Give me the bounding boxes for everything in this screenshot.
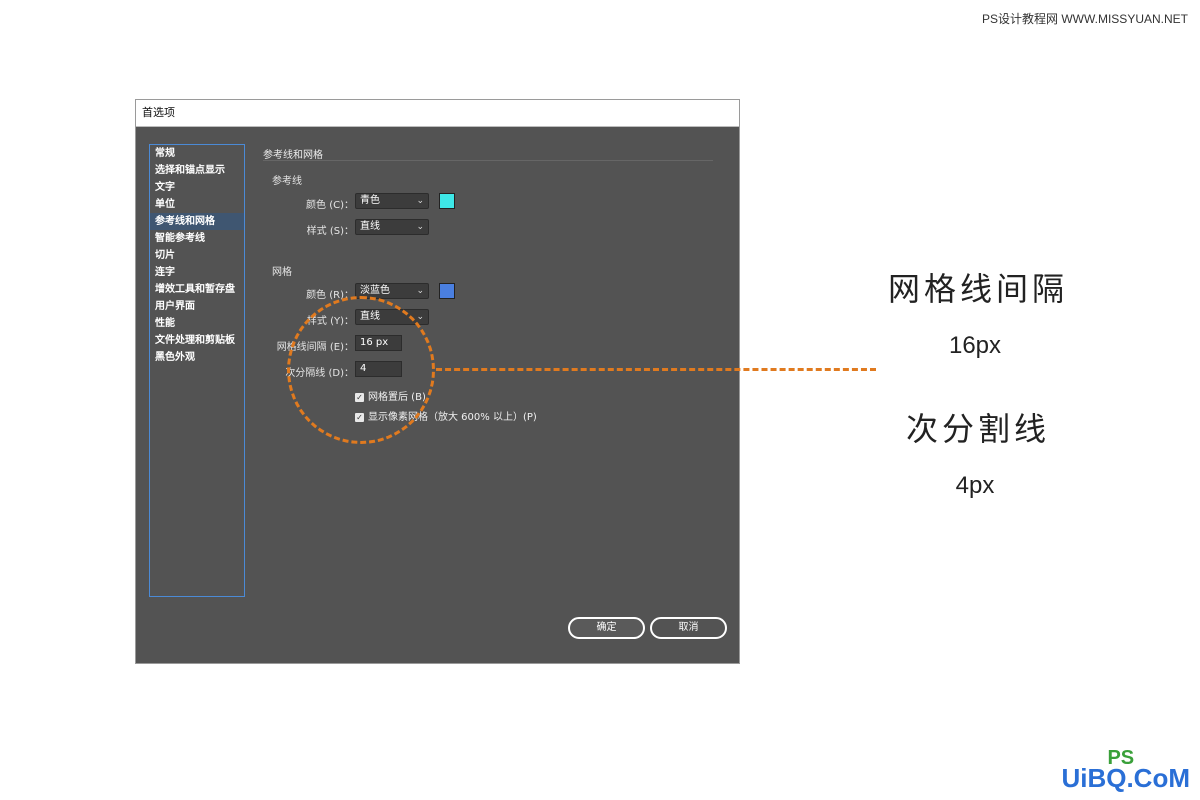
- sidebar-item[interactable]: 切片: [150, 247, 244, 264]
- sidebar-item[interactable]: 智能参考线: [150, 230, 244, 247]
- sidebar-item[interactable]: 黑色外观: [150, 349, 244, 366]
- sidebar-item[interactable]: 文件处理和剪贴板: [150, 332, 244, 349]
- sidebar-item[interactable]: 性能: [150, 315, 244, 332]
- grid-color-swatch[interactable]: [439, 283, 455, 299]
- preferences-sidebar: 常规 选择和锚点显示 文字 单位 参考线和网格 智能参考线 切片 连字 增效工具和暂存盘 用户界面…: [149, 144, 245, 597]
- guides-color-select[interactable]: 青色 ⌄: [355, 193, 429, 209]
- sidebar-item[interactable]: 增效工具和暂存盘: [150, 281, 244, 298]
- sidebar-item[interactable]: 文字: [150, 179, 244, 196]
- ps-logo-mark: PS: [1107, 747, 1135, 769]
- sidebar-item[interactable]: 单位: [150, 196, 244, 213]
- grid-interval-annotation-value: 16px: [948, 332, 1002, 359]
- guides-style-value: 直线: [360, 221, 380, 232]
- chevron-down-icon: ⌄: [416, 286, 424, 296]
- guides-style-label: 样式 (S)：: [306, 226, 354, 237]
- guides-group-title: 参考线: [272, 176, 302, 187]
- grid-interval-annotation-title: 网格线间隔: [887, 270, 1068, 308]
- guides-style-select[interactable]: 直线 ⌄: [355, 219, 429, 235]
- subdivision-annotation-title: 次分割线: [905, 410, 1050, 448]
- sidebar-item[interactable]: 参考线和网格: [150, 213, 244, 230]
- section-title: 参考线和网格: [263, 150, 323, 161]
- sidebar-item[interactable]: 常规: [150, 145, 244, 162]
- site-logo: PS UiBQ.CoM: [1061, 747, 1190, 794]
- sidebar-item[interactable]: 连字: [150, 264, 244, 281]
- grid-group-title: 网格: [272, 267, 292, 278]
- cancel-button[interactable]: 取消: [650, 617, 727, 639]
- dialog-title: 首选项: [136, 100, 739, 127]
- guides-color-value: 青色: [360, 195, 380, 206]
- grid-color-value: 淡蓝色: [360, 285, 390, 296]
- ok-button[interactable]: 确定: [568, 617, 645, 639]
- guides-color-swatch[interactable]: [439, 193, 455, 209]
- subdivision-annotation-value: 4px: [955, 472, 995, 499]
- callout-line: [436, 368, 876, 371]
- guides-color-label: 颜色 (C)：: [306, 200, 354, 211]
- chevron-down-icon: ⌄: [416, 196, 424, 206]
- preferences-dialog: 首选项 常规 选择和锚点显示 文字 单位 参考线和网格 智能参考线 切片 连字 增效工具和暂存盘…: [135, 99, 740, 664]
- sidebar-item[interactable]: 用户界面: [150, 298, 244, 315]
- section-divider: [263, 160, 713, 161]
- sidebar-item[interactable]: 选择和锚点显示: [150, 162, 244, 179]
- highlight-circle: [287, 296, 435, 444]
- site-watermark: PS设计教程网 WWW.MISSYUAN.NET: [981, 12, 1188, 26]
- chevron-down-icon: ⌄: [416, 222, 424, 232]
